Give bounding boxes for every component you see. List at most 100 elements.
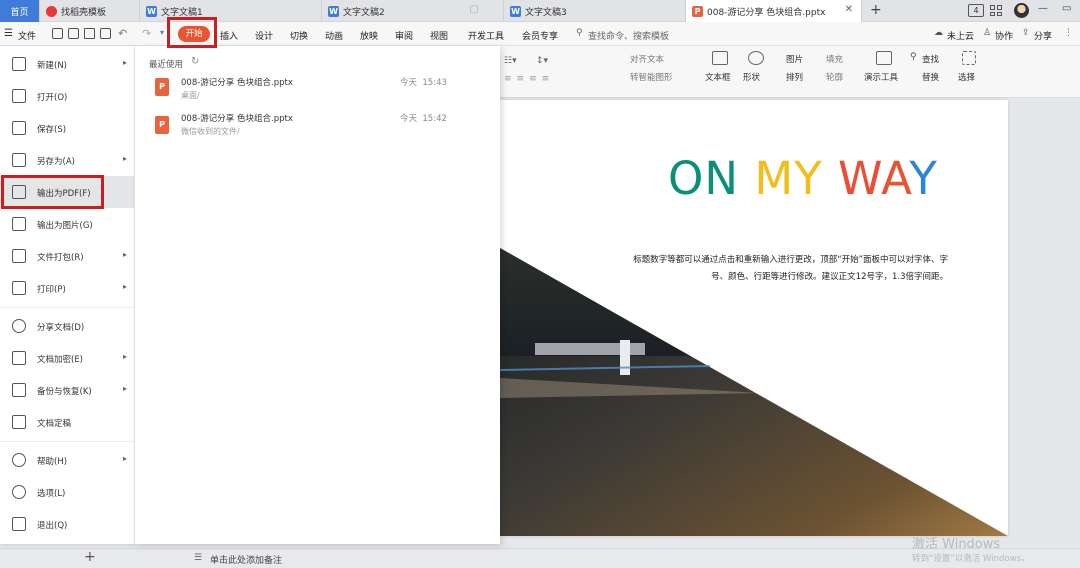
file-menu-button[interactable]: 文件 (18, 29, 36, 42)
command-search[interactable]: 查找命令、搜索模板 (588, 29, 669, 42)
tab-design[interactable]: 设计 (255, 29, 273, 42)
title-part-y: Y (909, 152, 938, 205)
bullet-list-icon[interactable]: ☷▾ (504, 56, 517, 66)
print-icon (12, 281, 26, 295)
tab-bar: 首页 找稻壳模板 W 文字文稿1 W 文字文稿2 ▢ W 文字文稿3 P 008… (0, 0, 1080, 22)
chevron-right-icon: ▸ (123, 282, 128, 291)
fill-button[interactable]: 填充 (826, 53, 843, 65)
menu-help[interactable]: 帮助(H) ▸ (0, 444, 135, 476)
menu-print[interactable]: 打印(P) ▸ (0, 272, 135, 304)
backup-icon (12, 383, 26, 397)
menu-finalize[interactable]: 文档定稿 (0, 406, 135, 438)
title-part-on: ON (668, 152, 755, 205)
menu-export-image[interactable]: 输出为图片(G) (0, 208, 135, 240)
chevron-right-icon: ▸ (123, 154, 128, 163)
title-part-my: MY (754, 152, 839, 205)
share-button[interactable]: 分享 (1034, 29, 1052, 42)
tab-insert[interactable]: 插入 (220, 29, 238, 42)
tab-transition[interactable]: 切换 (290, 29, 308, 42)
presenter-tools-button[interactable]: 演示工具 (864, 71, 898, 83)
hamburger-icon[interactable]: ☰ (4, 28, 13, 39)
tab-active-pptx[interactable]: P 008-游记分享 色块组合.pptx ✕ (686, 0, 862, 22)
textbox-icon (712, 51, 728, 65)
select-button[interactable]: 选择 (958, 71, 975, 83)
export-icon[interactable] (68, 28, 79, 39)
align-icons[interactable]: ≡≡≡≡ (504, 74, 554, 84)
save-icon[interactable] (52, 28, 63, 39)
tab-member[interactable]: 会员专享 (522, 29, 558, 42)
select-icon (962, 51, 976, 65)
tab-pin-icon[interactable]: ▢ (470, 4, 479, 15)
line-spacing-icon[interactable]: ↕▾ (536, 56, 548, 66)
tab-doc2[interactable]: W 文字文稿2 ▢ (322, 0, 504, 22)
menu-open[interactable]: 打开(O) (0, 80, 135, 112)
menu-exit[interactable]: 退出(Q) (0, 508, 135, 540)
menu-package[interactable]: 文件打包(R) ▸ (0, 240, 135, 272)
add-slide-button[interactable]: + (84, 549, 96, 565)
cloud-status[interactable]: 未上云 (947, 29, 974, 42)
tab-animation[interactable]: 动画 (325, 29, 343, 42)
help-icon (12, 453, 26, 467)
outline-button[interactable]: 轮廓 (826, 71, 843, 83)
slide-canvas[interactable]: ON MY WAY 标题数字等都可以通过点击和重新输入进行更改，顶部“开始”面板… (500, 100, 1008, 536)
replace-button[interactable]: 替换 (922, 71, 939, 83)
restore-icon[interactable]: ▭ (1062, 3, 1071, 14)
refresh-icon[interactable]: ↻ (191, 56, 199, 67)
close-tab-icon[interactable]: ✕ (845, 4, 853, 15)
tab-home[interactable]: 首页 (0, 0, 40, 22)
align-text-button[interactable]: 对齐文本 (630, 53, 664, 65)
window-count-icon[interactable]: 4 (968, 4, 984, 17)
recent-file-path: 桌面/ (181, 91, 200, 100)
slide-title: ON MY WAY (668, 152, 938, 205)
lock-icon (12, 351, 26, 365)
menu-divider (0, 441, 135, 442)
tab-templates[interactable]: 找稻壳模板 (40, 0, 140, 22)
picture-button[interactable]: 图片 (786, 53, 803, 65)
tab-review[interactable]: 审阅 (395, 29, 413, 42)
minimize-icon[interactable]: — (1038, 3, 1048, 14)
tab-slideshow[interactable]: 放映 (360, 29, 378, 42)
new-tab-button[interactable]: + (870, 2, 882, 18)
menu-backup[interactable]: 备份与恢复(K) ▸ (0, 374, 135, 406)
arrange-button[interactable]: 排列 (786, 71, 803, 83)
chevron-down-icon[interactable]: ▾ (160, 28, 164, 37)
menu-save-as[interactable]: 另存为(A) ▸ (0, 144, 135, 176)
docer-logo-icon (46, 5, 57, 17)
slide-photo (500, 248, 1008, 536)
title-part-w: W (838, 152, 882, 205)
collab-icon: ♙ (983, 28, 992, 38)
shape-button[interactable]: 形状 (743, 71, 760, 83)
find-button[interactable]: 查找 (922, 53, 939, 65)
undo-icon[interactable]: ↶ (118, 27, 127, 40)
menu-options[interactable]: 选项(L) (0, 476, 135, 508)
menu-encrypt[interactable]: 文档加密(E) ▸ (0, 342, 135, 374)
new-file-icon (12, 57, 26, 71)
menu-new[interactable]: 新建(N) ▸ (0, 48, 135, 80)
chevron-right-icon: ▸ (123, 384, 128, 393)
ppt-file-icon: P (155, 116, 169, 134)
redo-icon[interactable]: ↷ (142, 27, 151, 40)
save-as-icon (12, 153, 26, 167)
highlight-export-pdf (1, 175, 104, 209)
smartart-button[interactable]: 转智能图形 (630, 71, 673, 83)
menu-save[interactable]: 保存(S) (0, 112, 135, 144)
collab-button[interactable]: 协作 (995, 29, 1013, 42)
chevron-right-icon: ▸ (123, 250, 128, 259)
preview-icon[interactable] (100, 28, 111, 39)
tab-doc3[interactable]: W 文字文稿3 (504, 0, 686, 22)
recent-file-item[interactable]: P 008-游记分享 色块组合.pptx 微信收到的文件/ 今天 15:42 (135, 110, 500, 146)
recent-file-item[interactable]: P 008-游记分享 色块组合.pptx 桌面/ 今天 15:43 (135, 70, 500, 106)
textbox-button[interactable]: 文本框 (705, 71, 731, 83)
menu-share[interactable]: 分享文档(D) (0, 310, 135, 342)
grid-view-icon[interactable] (990, 5, 1002, 16)
user-avatar[interactable] (1014, 3, 1029, 18)
tab-view[interactable]: 视图 (430, 29, 448, 42)
more-icon[interactable]: ⋮ (1064, 28, 1073, 38)
save-icon (12, 121, 26, 135)
tab-developer[interactable]: 开发工具 (468, 29, 504, 42)
activation-watermark-title: 激活 Windows (912, 537, 1001, 552)
print-icon[interactable] (84, 28, 95, 39)
notes-placeholder[interactable]: 单击此处添加备注 (210, 553, 282, 566)
word-doc-icon: W (328, 5, 339, 17)
recent-files-panel: 最近使用 ↻ P 008-游记分享 色块组合.pptx 桌面/ 今天 15:43… (135, 46, 500, 544)
